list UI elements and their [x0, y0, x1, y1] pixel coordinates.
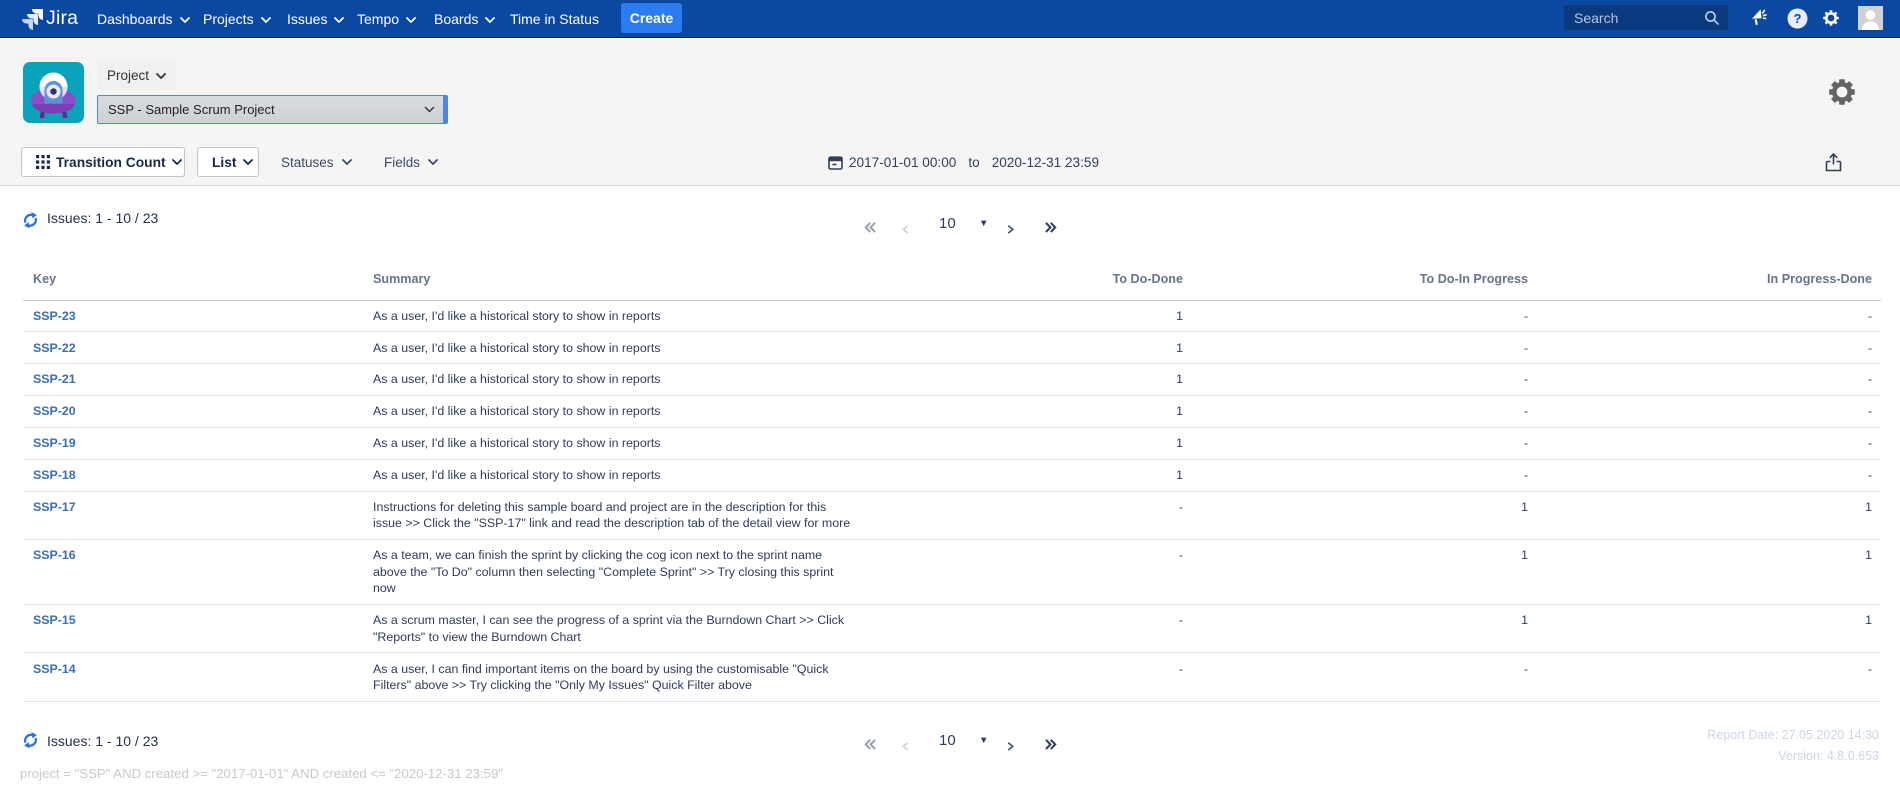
svg-text:?: ?: [1794, 11, 1802, 26]
